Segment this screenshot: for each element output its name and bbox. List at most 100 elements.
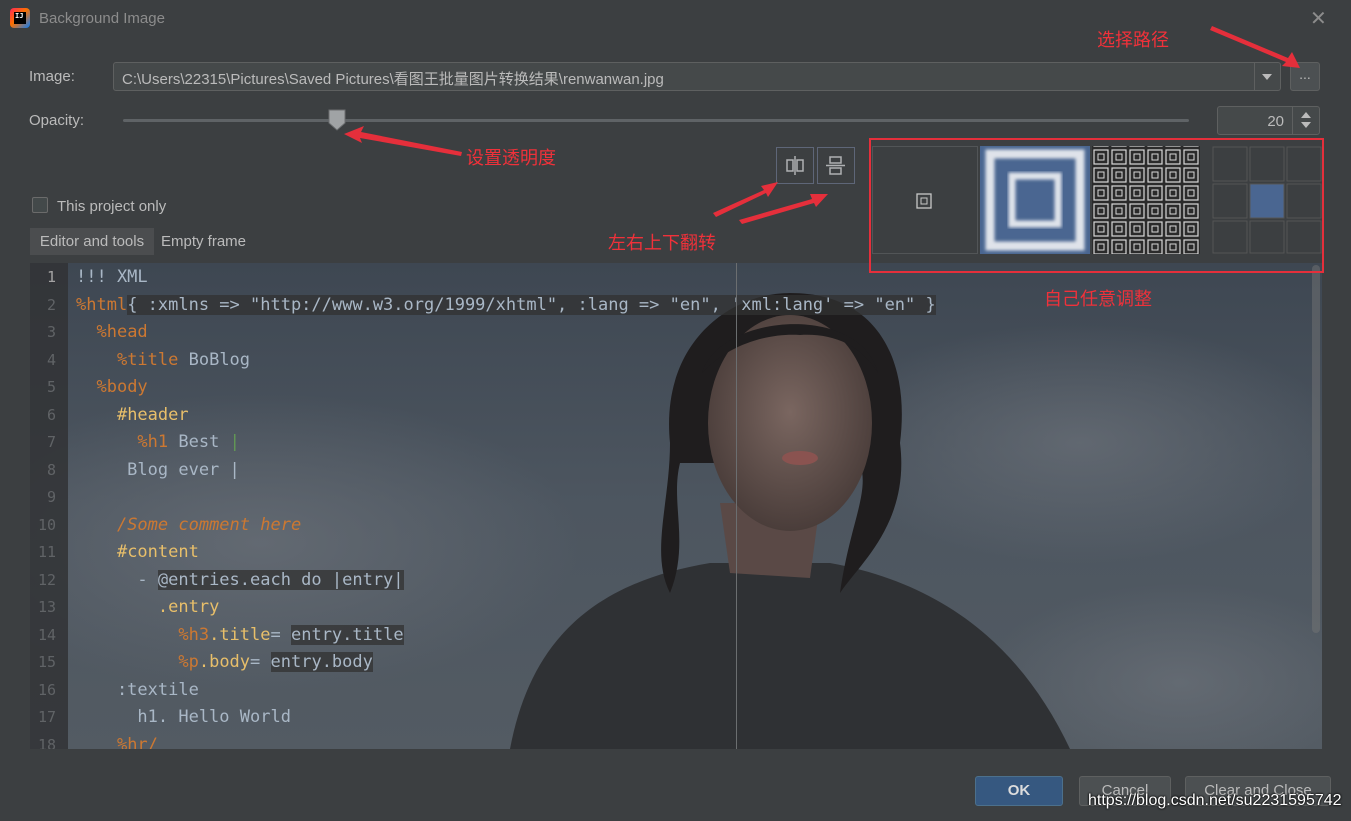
code-line[interactable]: /Some comment here bbox=[76, 512, 301, 539]
vertical-scrollbar[interactable] bbox=[1312, 265, 1320, 633]
close-icon[interactable]: ✕ bbox=[1310, 6, 1327, 31]
line-number: 2 bbox=[46, 295, 56, 314]
code-token: #content bbox=[116, 542, 199, 562]
line-number: 6 bbox=[46, 405, 56, 424]
code-token: /Some comment here bbox=[116, 514, 302, 535]
this-project-only-label[interactable]: This project only bbox=[57, 198, 166, 215]
code-line[interactable]: .entry bbox=[76, 594, 219, 621]
code-token: Blog ever bbox=[76, 459, 230, 480]
opacity-spinner[interactable]: 20 bbox=[1217, 106, 1320, 135]
code-token: #header bbox=[116, 404, 189, 425]
code-token: = bbox=[270, 624, 291, 645]
line-number: 3 bbox=[46, 323, 56, 341]
app-icon-text: IJ bbox=[14, 12, 26, 24]
code-token: %h1 bbox=[137, 432, 169, 452]
image-path-value[interactable]: C:\Users\22315\Pictures\Saved Pictures\看… bbox=[122, 68, 664, 89]
flip-vertical-button[interactable] bbox=[817, 147, 855, 184]
line-number: 12 bbox=[37, 570, 56, 589]
line-number: 8 bbox=[46, 460, 56, 479]
code-token: { :xmlns => "http://www.w3.org/1999/xhtm… bbox=[127, 294, 936, 315]
code-line[interactable]: %p.body= entry.body bbox=[76, 649, 373, 676]
watermark: https://blog.csdn.net/su2231595742 bbox=[1088, 792, 1342, 809]
line-number: 4 bbox=[46, 350, 56, 369]
code-token: - bbox=[76, 569, 158, 590]
line-number: 5 bbox=[46, 378, 56, 396]
tab-editor-and-tools[interactable]: Editor and tools bbox=[30, 228, 154, 255]
this-project-only-checkbox[interactable] bbox=[32, 197, 48, 213]
code-token: %p bbox=[178, 652, 199, 672]
code-line[interactable]: %h1 Best | bbox=[76, 429, 239, 456]
code-token: %h3 bbox=[178, 624, 210, 645]
line-number: 1 bbox=[46, 268, 56, 286]
spinner-up-icon[interactable] bbox=[1301, 112, 1311, 118]
preview-editor: 1 !!! XML 2 %html{ :xmlns => "http://www.w3… bbox=[30, 263, 1322, 749]
flip-vertical-icon bbox=[826, 156, 845, 175]
code-line[interactable]: #header bbox=[76, 402, 189, 429]
code-token: .entry bbox=[157, 597, 220, 617]
annotation-adjust: 自己任意调整 bbox=[1044, 289, 1152, 310]
dialog-title: Background Image bbox=[39, 10, 165, 27]
code-line[interactable]: %h3.title= entry.title bbox=[76, 622, 404, 649]
flip-horizontal-button[interactable] bbox=[776, 147, 814, 184]
arrow-to-flip-horizontal bbox=[713, 182, 778, 217]
code-line[interactable]: %hr/ bbox=[76, 732, 158, 750]
fill-mode-highlight-box bbox=[869, 138, 1324, 273]
code-line[interactable]: - @entries.each do |entry| bbox=[76, 567, 404, 594]
arrow-to-slider bbox=[344, 126, 462, 156]
line-number: 18 bbox=[37, 735, 56, 750]
opacity-slider-thumb[interactable] bbox=[328, 109, 346, 131]
code-line[interactable]: %html{ :xmlns => "http://www.w3.org/1999… bbox=[76, 292, 936, 319]
code-token: %body bbox=[96, 377, 148, 397]
image-label: Image: bbox=[29, 68, 75, 85]
ok-button[interactable]: OK bbox=[975, 776, 1063, 806]
spinner-arrows[interactable] bbox=[1292, 107, 1319, 134]
line-number: 16 bbox=[37, 680, 56, 699]
flip-horizontal-icon bbox=[786, 156, 804, 175]
line-number: 10 bbox=[37, 515, 56, 534]
code-token: .title bbox=[209, 624, 271, 645]
line-number: 11 bbox=[37, 543, 56, 561]
code-line[interactable]: !!! XML bbox=[76, 264, 148, 291]
code-token: entry.body bbox=[270, 652, 373, 672]
code-line[interactable]: #content bbox=[76, 539, 199, 566]
code-token: !!! XML bbox=[76, 267, 148, 287]
line-number: 13 bbox=[37, 598, 56, 616]
code-token: entry.title bbox=[290, 624, 404, 645]
annotation-select-path: 选择路径 bbox=[1097, 30, 1169, 51]
opacity-slider-track[interactable] bbox=[123, 119, 1189, 122]
line-number: 15 bbox=[37, 653, 56, 671]
code-token: BoBlog bbox=[178, 349, 251, 370]
tab-empty-frame[interactable]: Empty frame bbox=[161, 233, 246, 250]
code-line[interactable]: %body bbox=[76, 374, 148, 401]
code-token: %head bbox=[96, 322, 148, 342]
image-path-combobox[interactable]: C:\Users\22315\Pictures\Saved Pictures\看… bbox=[113, 62, 1281, 91]
browse-button[interactable]: ... bbox=[1290, 62, 1320, 91]
opacity-value[interactable]: 20 bbox=[1267, 113, 1284, 130]
code-token: %hr/ bbox=[116, 734, 158, 750]
code-line[interactable]: %title BoBlog bbox=[76, 347, 250, 374]
code-line[interactable]: h1. Hello World bbox=[76, 704, 291, 731]
spinner-down-icon[interactable] bbox=[1301, 122, 1311, 128]
code-token: :textile bbox=[76, 679, 199, 700]
code-line[interactable]: Blog ever | bbox=[76, 457, 240, 484]
opacity-label: Opacity: bbox=[29, 112, 85, 129]
code-token: %html bbox=[76, 294, 128, 315]
chevron-down-icon[interactable] bbox=[1254, 63, 1280, 90]
line-number: 7 bbox=[46, 433, 56, 451]
code-line[interactable]: :textile bbox=[76, 677, 199, 704]
code-token: @entries.each do |entry| bbox=[157, 569, 404, 590]
line-number: 9 bbox=[46, 488, 56, 506]
code-line[interactable]: %head bbox=[76, 319, 148, 346]
line-number: 14 bbox=[37, 625, 56, 644]
code-token: %title bbox=[116, 349, 179, 370]
